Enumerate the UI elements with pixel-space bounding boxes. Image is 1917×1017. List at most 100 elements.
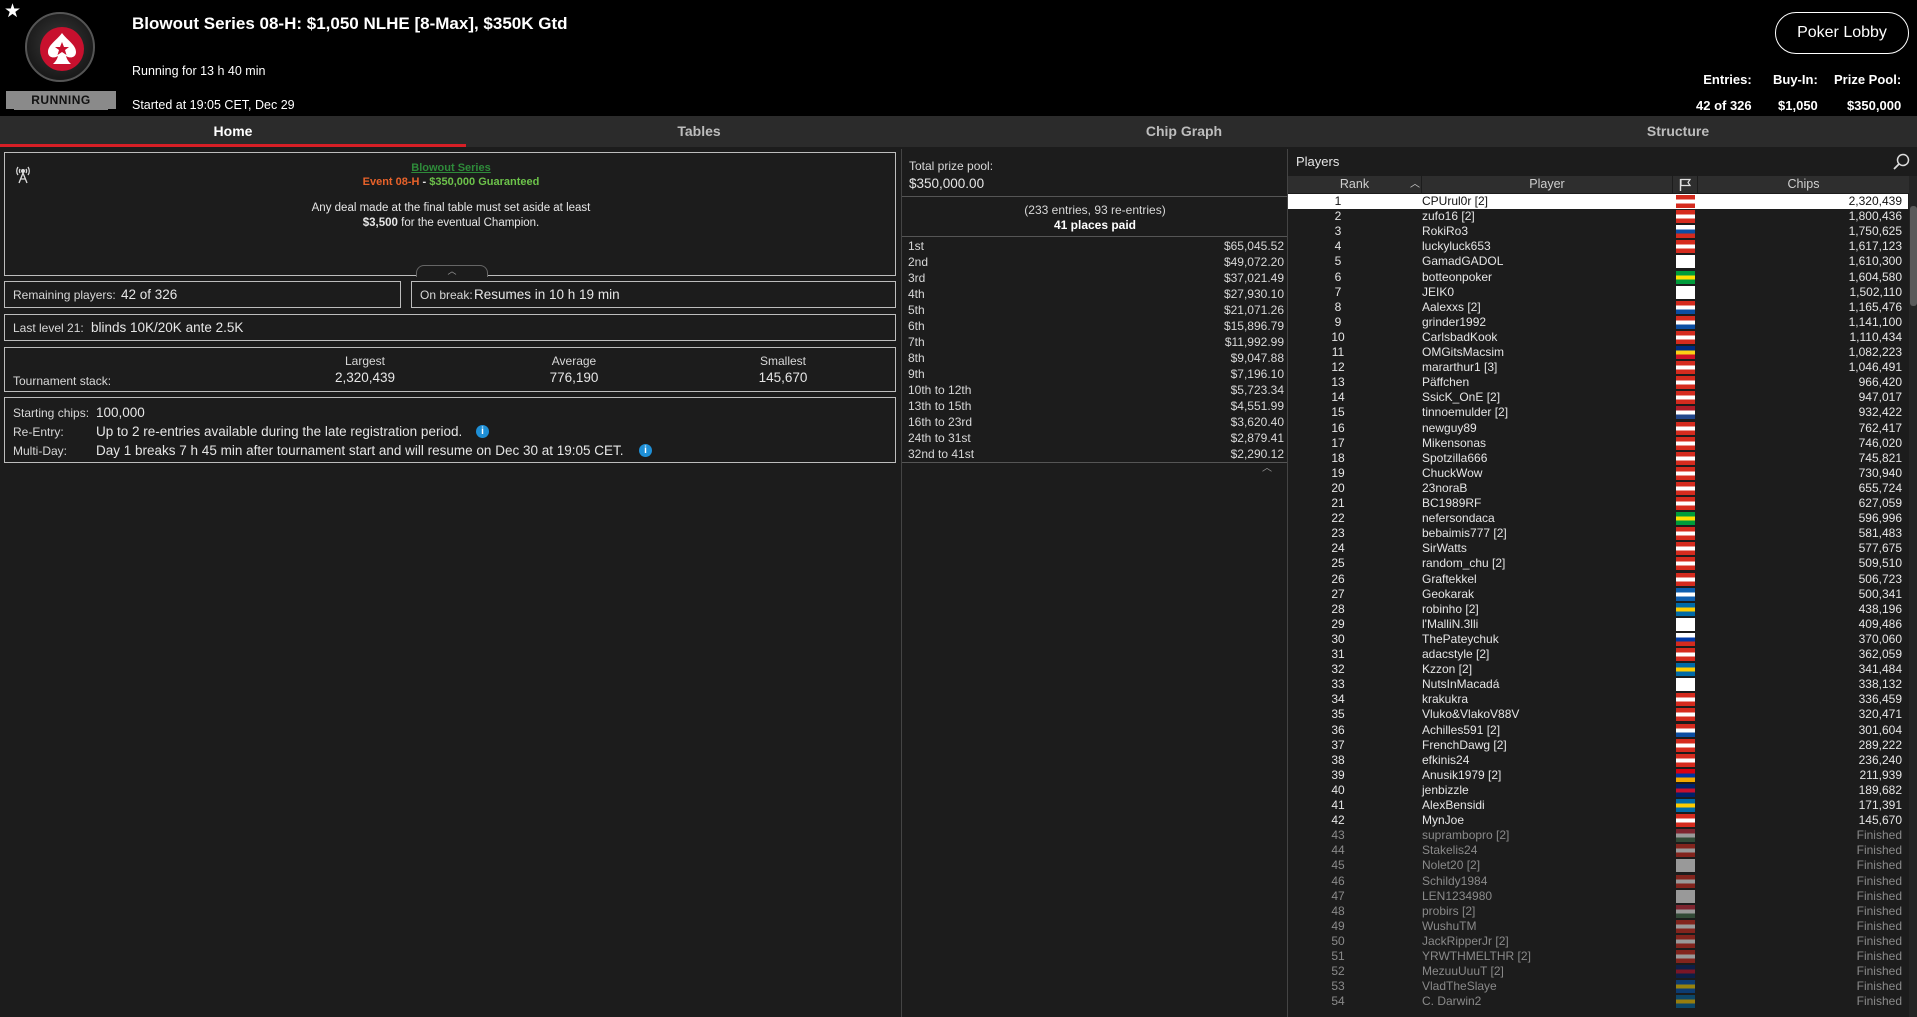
player-row[interactable]: 39 Anusik1979 [2] 211,939 [1288, 768, 1908, 783]
player-row[interactable]: 32 Kzzon [2] 341,484 [1288, 662, 1908, 677]
player-row[interactable]: 24 SirWatts 577,675 [1288, 541, 1908, 556]
player-row[interactable]: 3 RokiRo3 1,750,625 [1288, 224, 1908, 239]
player-chips: 1,604,580 [1848, 269, 1902, 284]
player-row[interactable]: 30 ThePateychuk 370,060 [1288, 632, 1908, 647]
country-flag-icon [1676, 753, 1695, 767]
player-row[interactable]: 47 LEN1234980 Finished [1288, 889, 1908, 904]
collapse-handle[interactable]: ︿ [416, 265, 488, 277]
player-chips: 1,617,123 [1848, 239, 1902, 254]
tab-home[interactable]: Home [0, 116, 466, 147]
player-rank: 40 [1331, 782, 1345, 797]
player-row[interactable]: 29 l'MalliN.3lli 409,486 [1288, 617, 1908, 632]
player-row[interactable]: 40 jenbizzle 189,682 [1288, 783, 1908, 798]
player-row[interactable]: 8 Aalexxs [2] 1,165,476 [1288, 300, 1908, 315]
player-row[interactable]: 1 CPUrul0r [2] 2,320,439 [1288, 194, 1908, 209]
player-chips: 1,750,625 [1848, 224, 1902, 239]
player-row[interactable]: 41 AlexBensidi 171,391 [1288, 798, 1908, 813]
player-row[interactable]: 22 nefersondaca 596,996 [1288, 511, 1908, 526]
player-row[interactable]: 10 CarlsbadKook 1,110,434 [1288, 330, 1908, 345]
player-row[interactable]: 48 probirs [2] Finished [1288, 904, 1908, 919]
player-row[interactable]: 17 Mikensonas 746,020 [1288, 436, 1908, 451]
player-row[interactable]: 26 Graftekkel 506,723 [1288, 572, 1908, 587]
player-row[interactable]: 36 Achilles591 [2] 301,604 [1288, 723, 1908, 738]
country-column-header[interactable] [1673, 176, 1697, 193]
smallest-stack: Smallest 145,670 [723, 354, 843, 385]
player-row[interactable]: 7 JEIK0 1,502,110 [1288, 285, 1908, 300]
player-rank: 15 [1331, 405, 1345, 420]
player-row[interactable]: 14 SsicK_OnE [2] 947,017 [1288, 390, 1908, 405]
player-row[interactable]: 35 Vluko&VlakoV88V 320,471 [1288, 707, 1908, 722]
player-row[interactable]: 25 random_chu [2] 509,510 [1288, 556, 1908, 571]
country-flag-icon [1676, 617, 1695, 631]
largest-label: Largest [344, 354, 386, 368]
player-chips: 1,110,434 [1849, 329, 1903, 344]
collapse-prizes-icon[interactable]: ︿ [1262, 459, 1272, 474]
player-row[interactable]: 42 MynJoe 145,670 [1288, 813, 1908, 828]
player-row[interactable]: 5 GamadGADOL 1,610,300 [1288, 254, 1908, 269]
player-row[interactable]: 12 mararthur1 [3] 1,046,491 [1288, 360, 1908, 375]
player-row[interactable]: 15 tinnoemulder [2] 932,422 [1288, 405, 1908, 420]
player-rank: 12 [1331, 360, 1345, 375]
prize-amount: $65,045.52 [1223, 239, 1284, 253]
favorite-star-icon[interactable]: ★ [4, 2, 21, 21]
search-icon[interactable] [1893, 153, 1910, 170]
player-row[interactable]: 49 WushuTM Finished [1288, 919, 1908, 934]
player-row[interactable]: 28 robinho [2] 438,196 [1288, 602, 1908, 617]
player-chips: 730,940 [1858, 465, 1902, 480]
player-row[interactable]: 50 JackRipperJr [2] Finished [1288, 934, 1908, 949]
poker-lobby-button[interactable]: Poker Lobby [1775, 12, 1909, 54]
player-row[interactable]: 54 C. Darwin2 Finished [1288, 994, 1908, 1009]
player-name: ThePateychuk [1422, 631, 1499, 646]
player-row[interactable]: 37 FrenchDawg [2] 289,222 [1288, 738, 1908, 753]
player-row[interactable]: 53 VladTheSlaye Finished [1288, 979, 1908, 994]
player-column-header[interactable]: Player [1422, 176, 1672, 193]
rank-column-header[interactable]: Rank ︿ [1288, 176, 1421, 193]
player-row[interactable]: 38 efkinis24 236,240 [1288, 753, 1908, 768]
player-row[interactable]: 9 grinder1992 1,141,100 [1288, 315, 1908, 330]
player-row[interactable]: 11 OMGitsMacsim 1,082,223 [1288, 345, 1908, 360]
tab-structure[interactable]: Structure [1445, 116, 1911, 147]
tab-tables[interactable]: Tables [466, 116, 932, 147]
player-row[interactable]: 33 NutsInMacadá 338,132 [1288, 677, 1908, 692]
reentry-info-icon[interactable]: i [476, 425, 489, 438]
player-row[interactable]: 27 Geokarak 500,341 [1288, 587, 1908, 602]
player-rank: 51 [1331, 949, 1345, 963]
player-row[interactable]: 16 newguy89 762,417 [1288, 421, 1908, 436]
tab-chip-graph[interactable]: Chip Graph [950, 116, 1418, 147]
player-row[interactable]: 43 suprambopro [2] Finished [1288, 828, 1908, 843]
series-link[interactable]: Blowout Series [411, 162, 490, 174]
smallest-value: 145,670 [758, 370, 808, 385]
player-row[interactable]: 2 zufo16 [2] 1,800,436 [1288, 209, 1908, 224]
player-row[interactable]: 51 YRWTHMELTHR [2] Finished [1288, 949, 1908, 964]
player-row[interactable]: 20 23noraB 655,724 [1288, 481, 1908, 496]
player-row[interactable]: 18 Spotzilla666 745,821 [1288, 451, 1908, 466]
player-row[interactable]: 44 Stakelis24 Finished [1288, 843, 1908, 858]
players-scrollbar[interactable] [1909, 176, 1917, 1017]
player-row[interactable]: 19 ChuckWow 730,940 [1288, 466, 1908, 481]
player-name: bebaimis777 [2] [1422, 526, 1507, 541]
player-row[interactable]: 52 MezuuUuuT [2] Finished [1288, 964, 1908, 979]
player-row[interactable]: 4 luckyluck653 1,617,123 [1288, 239, 1908, 254]
player-rank: 36 [1331, 722, 1345, 737]
player-row[interactable]: 23 bebaimis777 [2] 581,483 [1288, 526, 1908, 541]
scrollbar-thumb[interactable] [1910, 206, 1917, 306]
event-guarantee: $350,000 Guaranteed [429, 176, 540, 188]
player-row[interactable]: 45 Nolet20 [2] Finished [1288, 858, 1908, 873]
player-row[interactable]: 21 BC1989RF 627,059 [1288, 496, 1908, 511]
divider [902, 462, 1288, 463]
player-name: CarlsbadKook [1422, 329, 1498, 344]
prize-place: 7th [908, 335, 925, 349]
player-row[interactable]: 34 krakukra 336,459 [1288, 692, 1908, 707]
player-row[interactable]: 31 adacstyle [2] 362,059 [1288, 647, 1908, 662]
remaining-value: 42 of 326 [121, 287, 178, 302]
player-row[interactable]: 13 Päffchen 966,420 [1288, 375, 1908, 390]
level-label: Last level 21: [13, 321, 84, 335]
multiday-info-icon[interactable]: i [639, 444, 652, 457]
chips-column-header[interactable]: Chips [1698, 176, 1909, 193]
player-chips: 2,320,439 [1848, 194, 1902, 208]
player-row[interactable]: 6 botteonpoker 1,604,580 [1288, 270, 1908, 285]
player-name: Stakelis24 [1422, 843, 1478, 858]
player-row[interactable]: 46 Schildy1984 Finished [1288, 874, 1908, 889]
player-chips: Finished [1856, 979, 1902, 994]
player-chips: 655,724 [1858, 480, 1902, 495]
